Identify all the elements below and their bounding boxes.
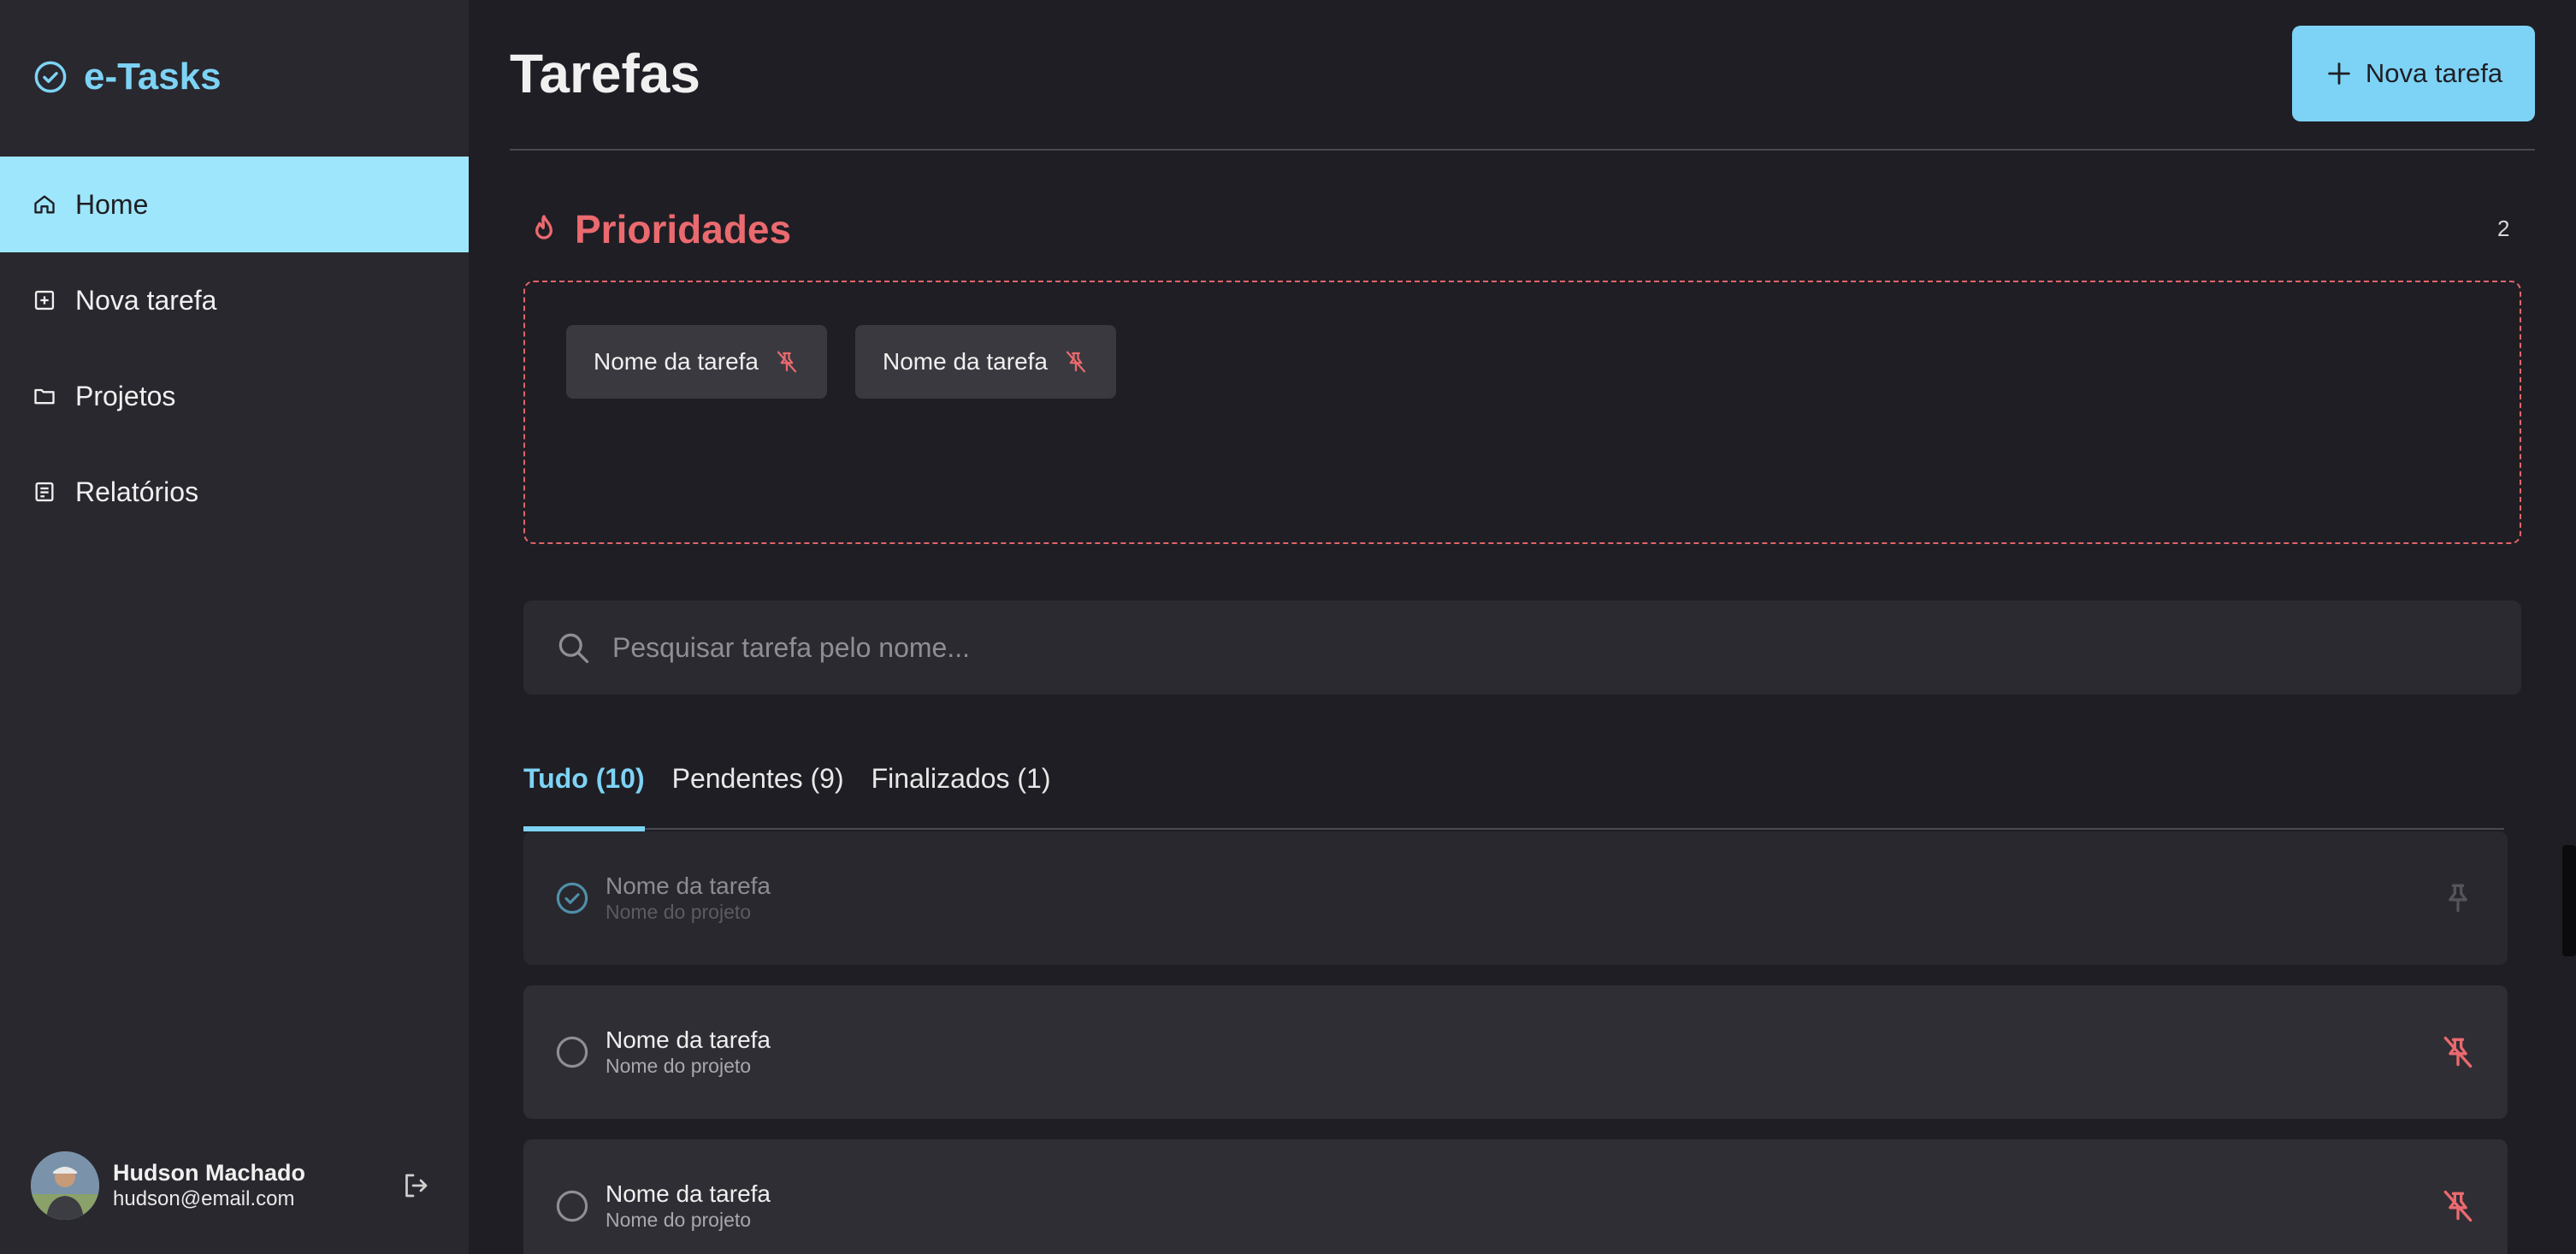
task-row[interactable]: Nome da tarefa Nome do projeto [523, 1139, 2508, 1254]
task-name: Nome da tarefa [606, 1026, 771, 1053]
priorities-dropzone[interactable] [523, 281, 2521, 544]
pin-off-icon[interactable] [2439, 1187, 2477, 1225]
app-name: e-Tasks [84, 56, 222, 98]
sidebar-item-label: Nova tarefa [75, 284, 217, 316]
sidebar-item-relatorios[interactable]: Relatórios [0, 444, 469, 540]
user-profile: Hudson Machado hudson@email.com [31, 1151, 441, 1220]
priorities-title: Prioridades [575, 207, 792, 251]
avatar[interactable] [31, 1151, 99, 1220]
scrollbar-thumb[interactable] [2562, 845, 2576, 956]
square-plus-icon [32, 288, 56, 312]
header-divider [510, 149, 2535, 151]
priority-chip[interactable]: Nome da tarefa [566, 325, 827, 399]
task-name: Nome da tarefa [606, 1180, 771, 1207]
pin-off-icon[interactable] [774, 349, 800, 375]
check-circle-icon [32, 59, 68, 95]
pin-icon[interactable] [2439, 879, 2477, 917]
task-project: Nome do projeto [606, 901, 752, 923]
empty-circle-icon[interactable] [554, 1034, 590, 1070]
page-title: Tarefas [510, 43, 700, 104]
priority-chip-label: Nome da tarefa [883, 348, 1048, 375]
empty-circle-icon[interactable] [554, 1188, 590, 1224]
plus-icon [2325, 59, 2354, 88]
priority-chip[interactable]: Nome da tarefa [855, 325, 1116, 399]
tab-tudo[interactable]: Tudo (10) [523, 742, 645, 831]
task-project: Nome do projeto [606, 1055, 752, 1077]
sidebar-item-home[interactable]: Home [0, 157, 469, 252]
report-icon [32, 480, 56, 504]
new-task-button[interactable]: Nova tarefa [2292, 26, 2535, 121]
flame-icon [527, 212, 561, 246]
sidebar-item-nova-tarefa[interactable]: Nova tarefa [0, 252, 469, 348]
user-name: Hudson Machado [113, 1160, 306, 1186]
sidebar-nav: Home Nova tarefa Projetos Relatórios [0, 157, 469, 540]
filter-tabs: Tudo (10) Pendentes (9) Finalizados (1) [523, 742, 2504, 831]
tab-pendentes[interactable]: Pendentes (9) [672, 742, 844, 830]
priority-chip-label: Nome da tarefa [594, 348, 759, 375]
task-text: Nome da tarefa Nome do projeto [606, 1180, 2439, 1232]
sidebar-item-projetos[interactable]: Projetos [0, 348, 469, 444]
search-bar [523, 600, 2521, 695]
tab-finalizados[interactable]: Finalizados (1) [871, 742, 1051, 830]
search-input[interactable] [612, 631, 2521, 664]
task-row[interactable]: Nome da tarefa Nome do projeto [523, 831, 2508, 965]
priorities-count: 2 [2497, 216, 2510, 241]
pin-off-icon[interactable] [2439, 1033, 2477, 1071]
logout-icon[interactable] [400, 1170, 431, 1201]
folder-icon [32, 384, 56, 408]
brand[interactable]: e-Tasks [32, 53, 222, 101]
task-name: Nome da tarefa [606, 872, 771, 899]
home-icon [32, 192, 56, 216]
task-text: Nome da tarefa Nome do projeto [606, 872, 2439, 924]
priorities-header: Prioridades [527, 202, 791, 257]
search-icon [554, 629, 592, 666]
sidebar: e-Tasks Home Nova tarefa Projetos Relató… [0, 0, 469, 1254]
checked-circle-icon[interactable] [554, 880, 590, 916]
task-text: Nome da tarefa Nome do projeto [606, 1026, 2439, 1078]
pin-off-icon[interactable] [1063, 349, 1089, 375]
user-info: Hudson Machado hudson@email.com [113, 1159, 400, 1212]
sidebar-item-label: Projetos [75, 380, 176, 411]
task-project: Nome do projeto [606, 1209, 752, 1231]
sidebar-item-label: Relatórios [75, 476, 199, 507]
sidebar-item-label: Home [75, 188, 149, 220]
task-row[interactable]: Nome da tarefa Nome do projeto [523, 985, 2508, 1119]
user-email: hudson@email.com [113, 1187, 295, 1210]
new-task-button-label: Nova tarefa [2365, 58, 2503, 88]
